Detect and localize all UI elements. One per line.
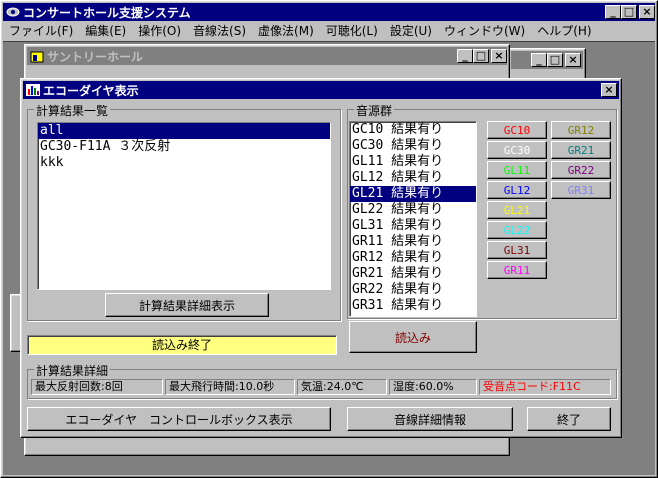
chart-icon bbox=[26, 84, 40, 96]
results-group: 計算結果一覧 all GC30-F11A ３次反射 kkk bbox=[27, 102, 341, 321]
humidity-field: 湿度:60.0% bbox=[389, 379, 477, 395]
main-titlebar: コンサートホール支援システム _ □ × bbox=[3, 3, 655, 21]
source-button-gc30[interactable]: GC30 bbox=[487, 141, 547, 159]
app-icon bbox=[6, 6, 20, 18]
detail-display-button[interactable]: 計算結果詳細表示 bbox=[105, 293, 269, 317]
menu-settings[interactable]: 設定(U) bbox=[384, 22, 438, 40]
bg-child-title: サントリーホール bbox=[47, 49, 144, 64]
menu-auralization[interactable]: 可聴化(L) bbox=[320, 22, 384, 40]
list-item[interactable]: GR22 結果有り bbox=[350, 282, 476, 298]
menu-window[interactable]: ウィンドウ(W) bbox=[438, 22, 531, 40]
menu-ray-method[interactable]: 音線法(S) bbox=[187, 22, 252, 40]
menu-edit[interactable]: 編集(E) bbox=[79, 22, 132, 40]
results-group-label: 計算結果一覧 bbox=[34, 102, 111, 119]
results-list[interactable]: all GC30-F11A ３次反射 kkk bbox=[37, 122, 331, 290]
load-button[interactable]: 読込み bbox=[349, 321, 477, 353]
list-item[interactable]: GR21 結果有り bbox=[350, 266, 476, 282]
list-item[interactable]: GC10 結果有り bbox=[350, 122, 476, 138]
dialog-close-button[interactable]: × bbox=[601, 83, 617, 97]
bg-small-close-button[interactable]: × bbox=[565, 53, 581, 67]
source-button-gr31[interactable]: GR31 bbox=[551, 181, 611, 199]
bg-child-titlebar: サントリーホール _ □ × bbox=[27, 47, 507, 65]
list-item[interactable]: GL31 結果有り bbox=[350, 218, 476, 234]
max-reflections-field: 最大反射回数:8回 bbox=[31, 379, 163, 395]
source-button-gr11[interactable]: GR11 bbox=[487, 261, 547, 279]
temperature-field: 気温:24.0℃ bbox=[297, 379, 387, 395]
source-button-gc10[interactable]: GC10 bbox=[487, 121, 547, 139]
ray-detail-button[interactable]: 音線詳細情報 bbox=[347, 407, 513, 431]
menu-help[interactable]: ヘルプ(H) bbox=[531, 22, 597, 40]
minimize-button[interactable]: _ bbox=[605, 5, 621, 19]
echo-dialog: エコーダイヤ表示 × 計算結果一覧 all GC30-F11A ３次反射 kkk… bbox=[20, 78, 622, 438]
bg-maximize-button[interactable]: □ bbox=[473, 49, 489, 63]
list-item[interactable]: GL21 結果有り bbox=[350, 186, 476, 202]
list-item[interactable]: GL12 結果有り bbox=[350, 170, 476, 186]
hall-icon bbox=[30, 50, 44, 63]
menu-file[interactable]: ファイル(F) bbox=[3, 22, 79, 40]
list-item[interactable]: kkk bbox=[38, 155, 330, 171]
bg-child-titlebar-small: _ □ × bbox=[511, 51, 583, 69]
sources-group-label: 音源群 bbox=[354, 102, 395, 119]
source-button-gl31[interactable]: GL31 bbox=[487, 241, 547, 259]
list-item[interactable]: GR12 結果有り bbox=[350, 250, 476, 266]
bg-small-maximize-button[interactable]: □ bbox=[547, 53, 563, 67]
source-button-gr22[interactable]: GR22 bbox=[551, 161, 611, 179]
list-item[interactable]: GL11 結果有り bbox=[350, 154, 476, 170]
bg-small-minimize-button[interactable]: _ bbox=[531, 53, 547, 67]
close-button[interactable]: × bbox=[639, 5, 655, 19]
control-box-button[interactable]: エコーダイヤ コントロールボックス表示 bbox=[27, 407, 331, 431]
menu-operate[interactable]: 操作(O) bbox=[132, 22, 187, 40]
max-flight-time-field: 最大飛行時間:10.0秒 bbox=[165, 379, 295, 395]
source-button-gl11[interactable]: GL11 bbox=[487, 161, 547, 179]
dialog-titlebar: エコーダイヤ表示 × bbox=[23, 81, 619, 99]
sources-list[interactable]: GC10 結果有り GC30 結果有り GL11 結果有り GL12 結果有り … bbox=[349, 121, 477, 317]
list-item[interactable]: GR31 結果有り bbox=[350, 298, 476, 314]
list-item[interactable]: GL22 結果有り bbox=[350, 202, 476, 218]
menu-image-method[interactable]: 虚像法(M) bbox=[252, 22, 320, 40]
main-title: コンサートホール支援システム bbox=[23, 5, 191, 20]
menu-bar: ファイル(F) 編集(E) 操作(O) 音線法(S) 虚像法(M) 可聴化(L)… bbox=[3, 22, 598, 40]
maximize-button[interactable]: □ bbox=[621, 5, 637, 19]
bg-minimize-button[interactable]: _ bbox=[457, 49, 473, 63]
list-item[interactable]: all bbox=[38, 123, 330, 139]
source-button-gr12[interactable]: GR12 bbox=[551, 121, 611, 139]
list-item[interactable]: GC30-F11A ３次反射 bbox=[38, 139, 330, 155]
list-item[interactable]: GC30 結果有り bbox=[350, 138, 476, 154]
source-button-gr21[interactable]: GR21 bbox=[551, 141, 611, 159]
exit-button[interactable]: 終了 bbox=[527, 407, 611, 431]
source-button-gl21[interactable]: GL21 bbox=[487, 201, 547, 219]
status-text: 読込み終了 bbox=[151, 338, 212, 352]
status-field: 読込み終了 bbox=[27, 335, 337, 355]
detail-group-label: 計算結果詳細 bbox=[34, 362, 111, 379]
source-button-gl12[interactable]: GL12 bbox=[487, 181, 547, 199]
receiver-code-field: 受音点コード:F11C bbox=[479, 379, 611, 395]
list-item[interactable]: GR11 結果有り bbox=[350, 234, 476, 250]
bg-close-button[interactable]: × bbox=[491, 49, 507, 63]
source-button-gl22[interactable]: GL22 bbox=[487, 221, 547, 239]
dialog-title: エコーダイヤ表示 bbox=[43, 83, 139, 98]
